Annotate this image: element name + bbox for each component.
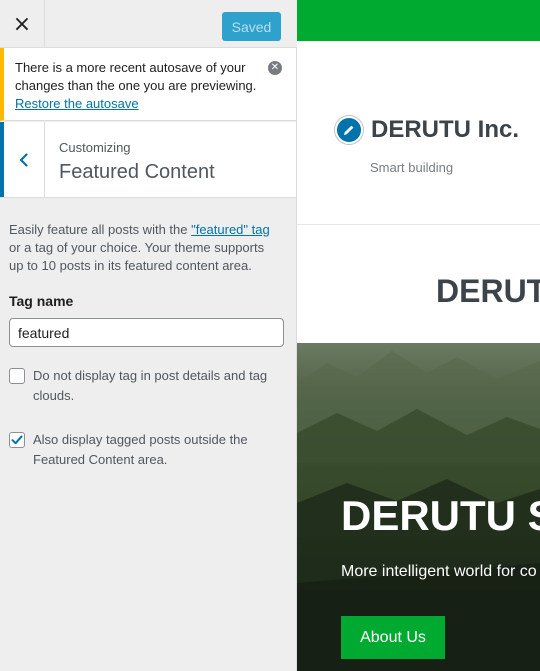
tag-name-label: Tag name bbox=[9, 293, 74, 309]
dismiss-notice-icon[interactable]: ✕ bbox=[268, 61, 282, 75]
hero-banner: DERUTU SI More intelligent world for co … bbox=[297, 343, 540, 671]
breadcrumb: Customizing bbox=[59, 140, 131, 155]
section-description: Easily feature all posts with the "featu… bbox=[9, 221, 277, 275]
close-customizer-button[interactable]: × bbox=[0, 0, 45, 48]
edit-shortcut-icon[interactable] bbox=[335, 116, 363, 144]
section-header: Customizing Featured Content bbox=[0, 122, 296, 198]
site-tagline: Smart building bbox=[370, 160, 454, 175]
chevron-left-icon bbox=[19, 152, 28, 167]
about-us-button[interactable]: About Us bbox=[341, 616, 445, 659]
description-text: Easily feature all posts with the bbox=[9, 222, 192, 237]
restore-autosave-link[interactable]: Restore the autosave bbox=[15, 96, 139, 111]
description-text-end: or a tag of your choice. Your theme supp… bbox=[9, 240, 265, 273]
notice-text: There is a more recent autosave of your … bbox=[15, 60, 257, 93]
hero-subtitle: More intelligent world for co bbox=[341, 563, 537, 580]
featured-tag-link[interactable]: "featured" tag bbox=[191, 222, 270, 237]
site-branding: DERUTU Inc. bbox=[335, 116, 519, 144]
tag-name-input[interactable] bbox=[9, 318, 284, 347]
show-all-label: Also display tagged posts outside the Fe… bbox=[33, 432, 248, 467]
section-title: Featured Content bbox=[59, 161, 215, 183]
close-icon: × bbox=[12, 11, 32, 37]
hero-title: DERUTU SI bbox=[341, 492, 540, 539]
show-all-option[interactable]: Also display tagged posts outside the Fe… bbox=[9, 430, 277, 470]
hide-tag-option[interactable]: Do not display tag in post details and t… bbox=[9, 366, 277, 406]
site-preview: DERUTU Inc. Smart building DERUTU DERUTU… bbox=[297, 0, 540, 671]
top-bar bbox=[297, 0, 540, 41]
site-title[interactable]: DERUTU Inc. bbox=[371, 116, 519, 144]
hide-tag-label: Do not display tag in post details and t… bbox=[33, 368, 268, 403]
autosave-notice: There is a more recent autosave of your … bbox=[0, 48, 296, 121]
hide-tag-checkbox[interactable] bbox=[9, 368, 25, 384]
pencil-icon bbox=[344, 125, 354, 135]
section-controls: Easily feature all posts with the "featu… bbox=[9, 221, 284, 470]
header-divider bbox=[297, 224, 540, 225]
section-heading: DERUTU bbox=[436, 273, 540, 309]
back-button[interactable] bbox=[0, 122, 45, 197]
show-all-checkbox[interactable] bbox=[9, 432, 25, 448]
saved-button[interactable]: Saved bbox=[222, 12, 281, 41]
customizer-sidebar: × Saved There is a more recent autosave … bbox=[0, 0, 297, 671]
customizer-header: × Saved bbox=[0, 0, 297, 48]
checkmark-icon bbox=[11, 435, 23, 445]
